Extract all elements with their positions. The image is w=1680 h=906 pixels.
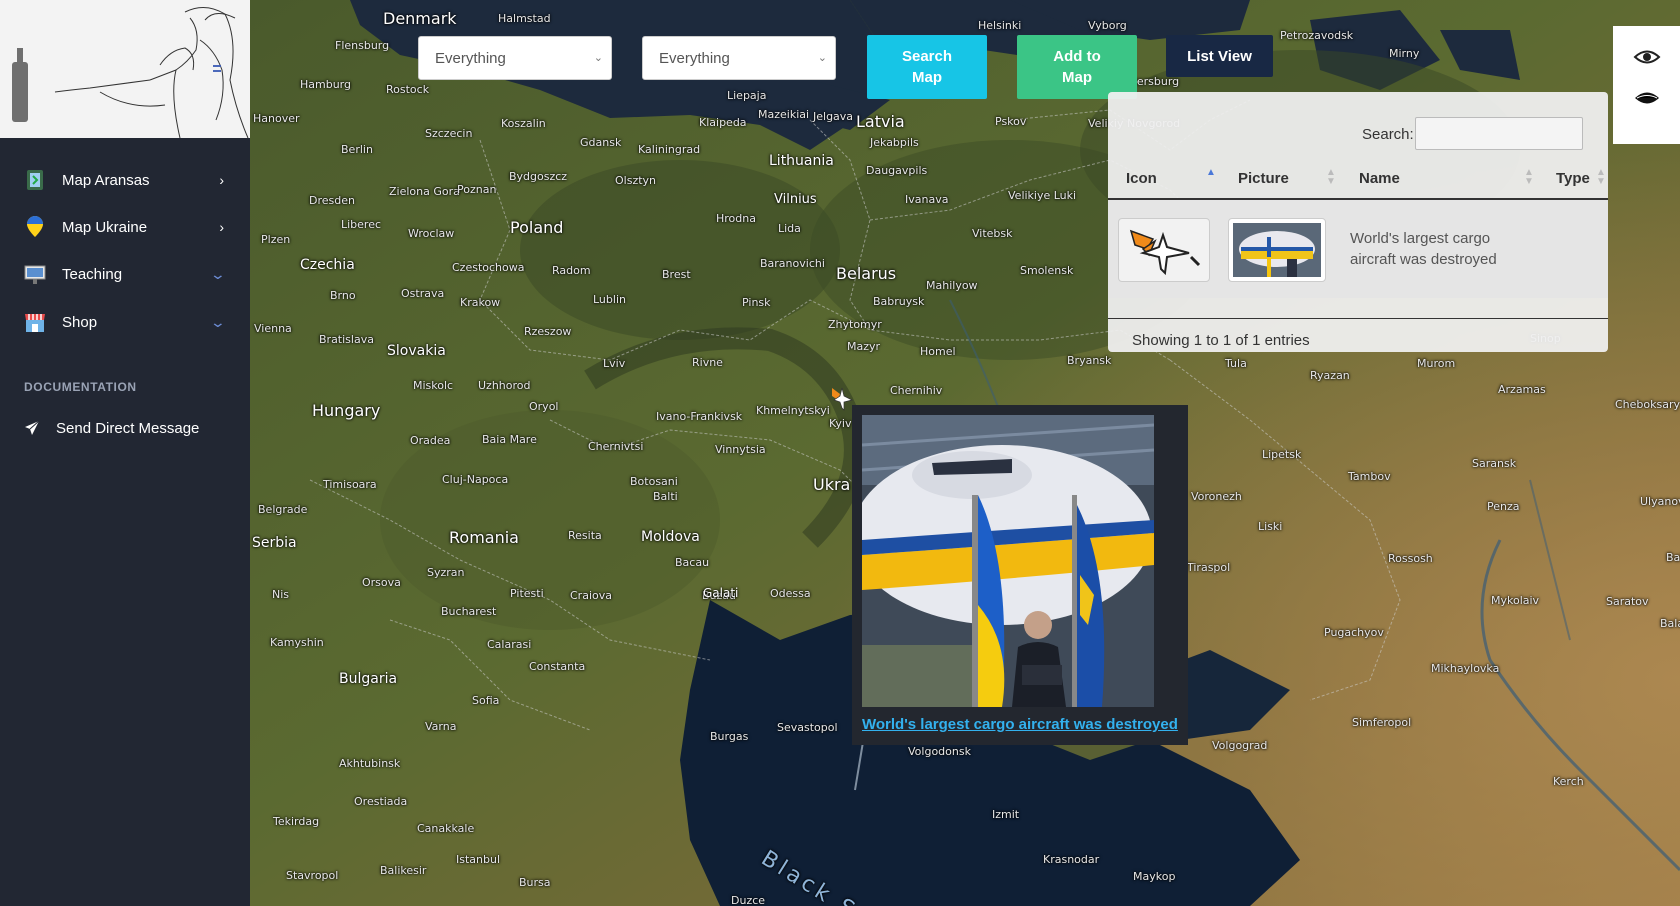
- sort-ascending-icon[interactable]: ▲: [1206, 168, 1216, 178]
- type-filter-select[interactable]: Everything ⌄: [642, 36, 836, 80]
- sidebar-item-map-ukraine[interactable]: Map Ukraine ›: [0, 207, 250, 247]
- list-view-panel: Search: Icon ▲ Picture ▲ ▼ Name ▲ ▼ Type ▲…: [1108, 92, 1608, 352]
- chevron-down-icon: ⌄: [209, 265, 227, 282]
- list-search-input[interactable]: [1415, 117, 1583, 150]
- popup-article-link[interactable]: World's largest cargo aircraft was destr…: [862, 716, 1178, 733]
- sidebar: Map Aransas › Map Ukraine › Teaching ⌄ S…: [0, 0, 250, 906]
- sidebar-item-label: Map Ukraine: [62, 218, 148, 236]
- send-direct-message-link[interactable]: Send Direct Message: [0, 408, 250, 448]
- chevron-down-icon: ⌄: [817, 52, 827, 64]
- add-to-map-line2: Map: [1061, 69, 1092, 86]
- sort-icon[interactable]: ▲ ▼: [1326, 168, 1336, 187]
- row-name-line2: aircraft was destroyed: [1350, 251, 1497, 268]
- eye-closed-icon[interactable]: [1633, 89, 1661, 112]
- airplane-marker-icon[interactable]: [828, 384, 854, 412]
- teaching-board-icon: [24, 263, 46, 285]
- logo-illustration[interactable]: [0, 0, 250, 138]
- paper-plane-icon: [24, 420, 40, 436]
- marker-popup: World's largest cargo aircraft was destr…: [852, 405, 1188, 745]
- footer-divider: [1108, 318, 1608, 319]
- sort-icon[interactable]: ▲ ▼: [1596, 168, 1606, 187]
- column-header-picture[interactable]: Picture: [1238, 170, 1289, 187]
- chevron-down-icon: ⌄: [593, 52, 603, 64]
- sidebar-item-map-aransas[interactable]: Map Aransas ›: [0, 160, 250, 200]
- eye-open-icon[interactable]: [1633, 48, 1661, 71]
- table-row[interactable]: World's largest cargo aircraft was destr…: [1108, 200, 1608, 298]
- list-view-button[interactable]: List View: [1166, 35, 1273, 77]
- add-to-map-button[interactable]: Add to Map: [1017, 35, 1137, 99]
- list-view-label: List View: [1187, 47, 1252, 65]
- search-map-line2: Map: [911, 69, 942, 86]
- column-header-name[interactable]: Name: [1359, 170, 1400, 187]
- search-map-button[interactable]: Search Map: [867, 35, 987, 99]
- category-filter-select[interactable]: Everything ⌄: [418, 36, 612, 80]
- ukraine-map-pin-icon: [24, 216, 46, 238]
- type-filter-value: Everything: [659, 50, 730, 67]
- map-book-icon: [24, 169, 46, 191]
- column-header-type[interactable]: Type: [1556, 170, 1590, 187]
- documentation-header: DOCUMENTATION: [24, 380, 137, 394]
- entries-info: Showing 1 to 1 of 1 entries: [1132, 332, 1310, 349]
- chevron-right-icon: ›: [219, 172, 224, 188]
- chevron-right-icon: ›: [219, 219, 224, 235]
- sidebar-item-label: Teaching: [62, 265, 123, 283]
- column-header-icon[interactable]: Icon: [1126, 170, 1157, 187]
- sidebar-item-label: Shop: [62, 313, 98, 331]
- damaged-airplane-icon: [1129, 229, 1201, 276]
- sidebar-item-shop[interactable]: Shop ⌄: [0, 302, 250, 342]
- search-label: Search:: [1362, 126, 1414, 143]
- chevron-down-icon: ⌄: [209, 313, 227, 330]
- visibility-toggles: [1613, 26, 1680, 144]
- shop-storefront-icon: [24, 311, 46, 333]
- row-icon-cell: [1118, 218, 1210, 282]
- add-to-map-line1: Add to: [1053, 48, 1101, 65]
- row-name-line1: World's largest cargo: [1350, 230, 1491, 247]
- send-direct-message-label: Send Direct Message: [56, 419, 200, 437]
- popup-image[interactable]: [862, 415, 1154, 707]
- cargo-aircraft-thumbnail: [1233, 223, 1321, 277]
- category-filter-value: Everything: [435, 50, 506, 67]
- search-map-line1: Search: [901, 48, 953, 65]
- sidebar-item-label: Map Aransas: [62, 171, 150, 189]
- row-picture-cell: [1228, 218, 1326, 282]
- cargo-aircraft-photo: [862, 415, 1154, 707]
- sidebar-item-teaching[interactable]: Teaching ⌄: [0, 254, 250, 294]
- sort-icon[interactable]: ▲ ▼: [1524, 168, 1534, 187]
